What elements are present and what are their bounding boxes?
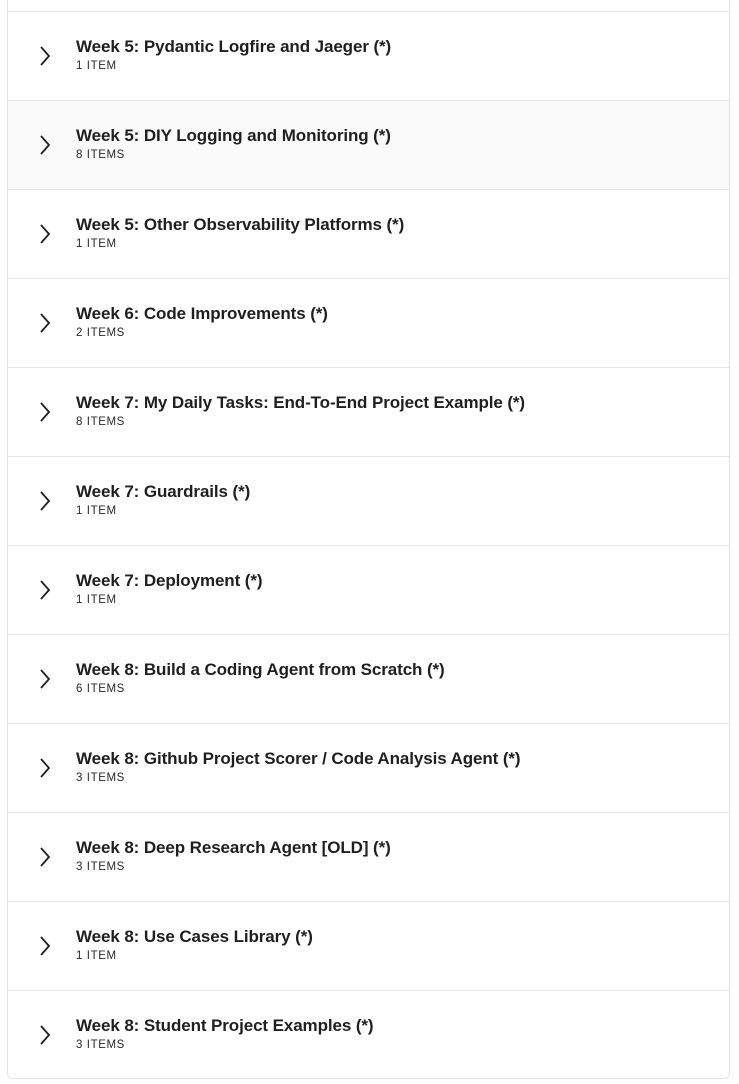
section-title: Week 5: Pydantic Logfire and Jaeger (*) [76, 37, 392, 56]
section-title: Week 7: Deployment (*) [76, 571, 263, 590]
chevron-right-icon [37, 579, 53, 601]
previous-section-edge [8, 0, 729, 12]
section-item-count: 3 ITEMS [76, 861, 125, 873]
chevron-right-icon [37, 490, 53, 512]
section-title: Week 5: Other Observability Platforms (*… [76, 215, 405, 234]
chevron-right-icon [37, 223, 53, 245]
chevron-right-icon [37, 846, 53, 868]
chevron-right-icon [37, 401, 53, 423]
section-item-count: 8 ITEMS [76, 149, 125, 161]
section-item-count: 1 ITEM [76, 238, 117, 250]
section-item-count: 1 ITEM [76, 505, 117, 517]
section-item-count: 1 ITEM [76, 60, 117, 72]
section-row[interactable]: Week 7: My Daily Tasks: End-To-End Proje… [8, 368, 729, 457]
section-item-count: 6 ITEMS [76, 683, 125, 695]
section-item-count: 1 ITEM [76, 950, 117, 962]
section-item-count: 1 ITEM [76, 594, 117, 606]
chevron-right-icon [37, 45, 53, 67]
section-title: Week 7: My Daily Tasks: End-To-End Proje… [76, 393, 525, 412]
section-item-count: 2 ITEMS [76, 327, 125, 339]
section-title: Week 5: DIY Logging and Monitoring (*) [76, 126, 391, 145]
section-item-count: 3 ITEMS [76, 772, 125, 784]
section-row[interactable]: Week 6: Code Improvements (*) 2 ITEMS [8, 279, 729, 368]
chevron-right-icon [37, 1024, 53, 1046]
section-item-count: 8 ITEMS [76, 416, 125, 428]
section-title: Week 6: Code Improvements (*) [76, 304, 328, 323]
section-row[interactable]: Week 8: Build a Coding Agent from Scratc… [8, 635, 729, 724]
section-row[interactable]: Week 5: Pydantic Logfire and Jaeger (*) … [8, 12, 729, 101]
section-row[interactable]: Week 7: Guardrails (*) 1 ITEM [8, 457, 729, 546]
chevron-right-icon [37, 134, 53, 156]
section-title: Week 8: Build a Coding Agent from Scratc… [76, 660, 445, 679]
course-sections-list: Week 5: Pydantic Logfire and Jaeger (*) … [7, 0, 730, 1079]
section-title: Week 8: Github Project Scorer / Code Ana… [76, 749, 521, 768]
section-row[interactable]: Week 8: Student Project Examples (*) 3 I… [8, 991, 729, 1078]
section-row[interactable]: Week 8: Github Project Scorer / Code Ana… [8, 724, 729, 813]
section-row[interactable]: Week 8: Use Cases Library (*) 1 ITEM [8, 902, 729, 991]
section-title: Week 8: Deep Research Agent [OLD] (*) [76, 838, 391, 857]
chevron-right-icon [37, 935, 53, 957]
section-title: Week 8: Use Cases Library (*) [76, 927, 313, 946]
chevron-right-icon [37, 757, 53, 779]
section-title: Week 7: Guardrails (*) [76, 482, 251, 501]
chevron-right-icon [37, 668, 53, 690]
section-row[interactable]: Week 5: Other Observability Platforms (*… [8, 190, 729, 279]
section-item-count: 3 ITEMS [76, 1039, 125, 1051]
section-title: Week 8: Student Project Examples (*) [76, 1016, 374, 1035]
section-row[interactable]: Week 7: Deployment (*) 1 ITEM [8, 546, 729, 635]
section-row[interactable]: Week 5: DIY Logging and Monitoring (*) 8… [8, 101, 729, 190]
chevron-right-icon [37, 312, 53, 334]
section-row[interactable]: Week 8: Deep Research Agent [OLD] (*) 3 … [8, 813, 729, 902]
